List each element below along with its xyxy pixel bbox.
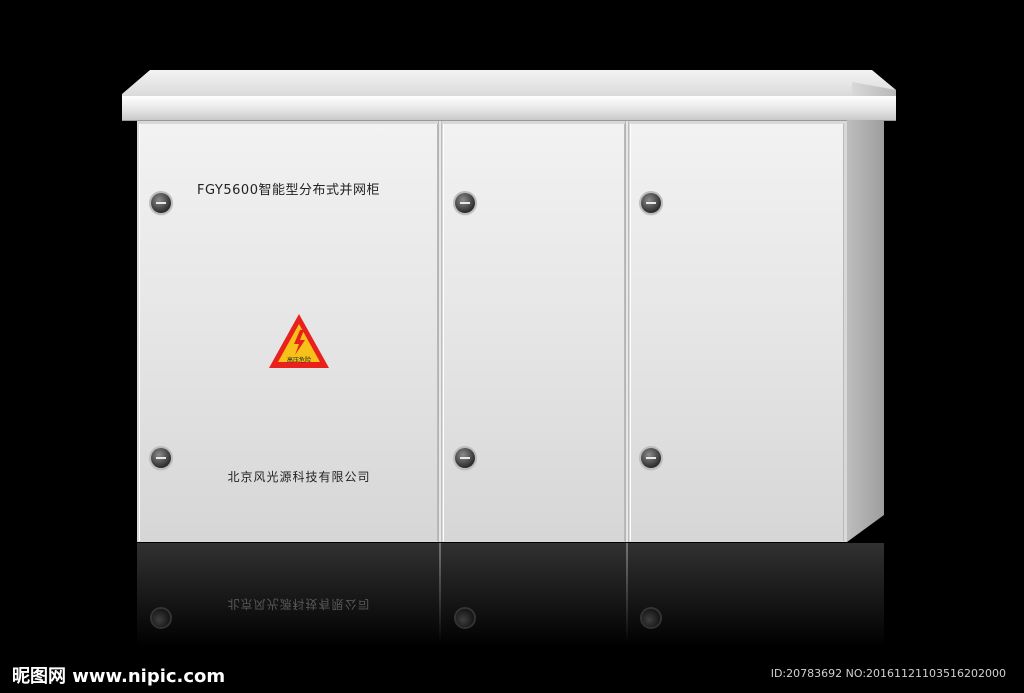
reflection-seam [626,543,628,643]
scene: FGY5600智能型分布式并网柜 北京风光源科技有限公司 高压危险 北京风光源科… [0,0,1024,693]
screw-icon [455,193,475,213]
reflection-seam [439,543,441,643]
warning-text: 高压危险 [286,357,311,364]
reflected-company-label: 北京风光源科技有限公司 [227,597,371,611]
screw-icon [641,193,661,213]
cabinet-roof-front [122,96,896,121]
screw-icon [151,448,171,468]
cabinet-door-middle [443,124,625,541]
screw-icon [641,448,661,468]
door-seam [625,121,629,542]
cabinet-roof-top [122,70,896,96]
reflected-screw-icon [642,609,660,627]
company-label: 北京风光源科技有限公司 [227,470,371,484]
screw-icon [455,448,475,468]
cabinet-side-panel [847,120,884,542]
cabinet-door-right [630,124,844,541]
watermark-site: 昵图网 www.nipic.com [12,666,226,687]
warning-sign: 高压危险 [267,312,331,370]
watermark-id: ID:20783692 NO:20161121103516202000 [770,667,1006,680]
model-label: FGY5600智能型分布式并网柜 [197,183,380,198]
